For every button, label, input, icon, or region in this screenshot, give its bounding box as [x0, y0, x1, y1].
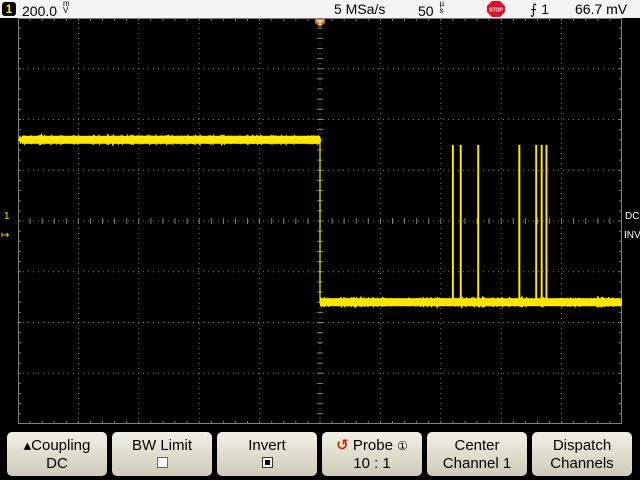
info-circle-icon: ① [397, 439, 408, 453]
run-state-label: STOP [489, 8, 503, 14]
timebase[interactable]: 50 µ s [418, 0, 444, 19]
trigger-source-value: 1 [541, 1, 549, 17]
bw-limit-checkbox [156, 457, 168, 468]
coupling-indicator: DC [625, 211, 640, 222]
dispatch-softkey[interactable]: Dispatch Channels [532, 432, 632, 476]
coupling-softkey[interactable]: ▴Coupling DC [7, 432, 107, 476]
channel-badge[interactable]: 1 [2, 2, 16, 16]
inverted-indicator: INV [624, 230, 640, 241]
channel-scale-value: 200.0 [22, 3, 58, 19]
trigger-edge-icon: ⨍ [530, 1, 538, 17]
status-bar: 1 200.0 m V 5 MSa/s 50 µ s STOP ⨍ 1 66.7… [0, 0, 640, 19]
trigger-level-arrow-icon[interactable]: ↦ [1, 230, 9, 241]
trigger-source[interactable]: ⨍ 1 [530, 0, 549, 18]
trace-low-band [320, 298, 620, 307]
softkey-bar: ▴Coupling DC BW Limit Invert ↺ Probe ① 1… [0, 428, 640, 480]
channel-scale[interactable]: 200.0 m V [22, 0, 70, 19]
waveform-display[interactable] [18, 18, 622, 424]
sample-rate: 5 MSa/s [334, 1, 386, 17]
invert-softkey[interactable]: Invert [217, 432, 317, 476]
trace-high-band [22, 135, 320, 144]
invert-checkbox [261, 457, 273, 468]
center-softkey[interactable]: Center Channel 1 [427, 432, 527, 476]
channel-ground-marker[interactable]: 1 [4, 211, 10, 222]
channel-scale-unit-bottom: V [62, 6, 69, 15]
probe-softkey[interactable]: ↺ Probe ① 10 : 1 [322, 432, 422, 476]
stop-icon[interactable]: STOP [487, 1, 505, 17]
trigger-level[interactable]: 66.7 mV [575, 0, 627, 18]
rotate-knob-icon: ↺ [336, 437, 349, 454]
timebase-unit-bottom: s [439, 6, 444, 15]
timebase-value: 50 [418, 3, 434, 19]
bw-limit-softkey[interactable]: BW Limit [112, 432, 212, 476]
